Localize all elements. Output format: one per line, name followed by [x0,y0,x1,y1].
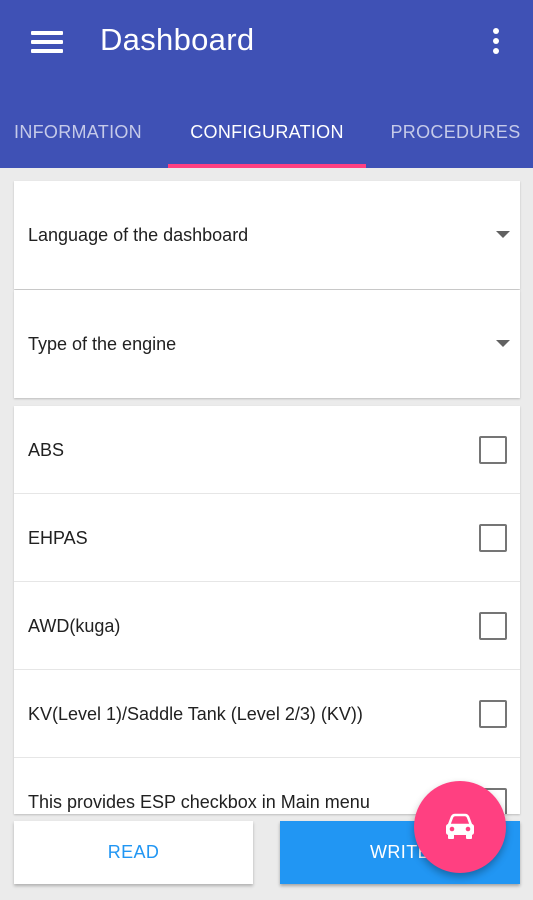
option-label: EHPAS [28,527,88,548]
dropdown-arrow-icon [496,340,510,347]
hamburger-menu-icon[interactable] [28,28,66,56]
option-row-awd[interactable]: AWD(kuga) [14,582,520,670]
engine-type-select-label: Type of the engine [28,333,177,354]
option-row-ehpas[interactable]: EHPAS [14,494,520,582]
dropdown-arrow-icon [496,231,510,238]
options-list: ABS EHPAS AWD(kuga) KV(Level 1)/Saddle T… [14,406,520,814]
option-label: ABS [28,439,65,460]
car-fab-button[interactable] [414,781,506,873]
car-icon [446,813,474,839]
ehpas-checkbox[interactable] [479,524,507,552]
app-bar: Dashboard INFORMATION CONFIGURATION PROC… [0,0,533,168]
option-row-kv[interactable]: KV(Level 1)/Saddle Tank (Level 2/3) (KV)… [14,670,520,758]
option-row-abs[interactable]: ABS [14,406,520,494]
language-select[interactable]: Language of the dashboard [14,181,520,289]
tab-information[interactable]: INFORMATION [0,96,156,168]
option-label: KV(Level 1)/Saddle Tank (Level 2/3) (KV)… [28,703,363,724]
page-title: Dashboard [100,22,255,57]
abs-checkbox[interactable] [479,436,507,464]
engine-type-select[interactable]: Type of the engine [14,290,520,398]
language-select-label: Language of the dashboard [28,224,249,245]
read-button[interactable]: READ [14,821,253,884]
option-label: AWD(kuga) [28,615,121,636]
tab-configuration[interactable]: CONFIGURATION [168,96,366,168]
kv-checkbox[interactable] [479,700,507,728]
tab-procedures[interactable]: PROCEDURES [378,96,533,168]
awd-checkbox[interactable] [479,612,507,640]
tab-indicator [168,164,366,168]
option-label: This provides ESP checkbox in Main menu [28,791,370,812]
more-vert-icon[interactable] [484,24,508,60]
